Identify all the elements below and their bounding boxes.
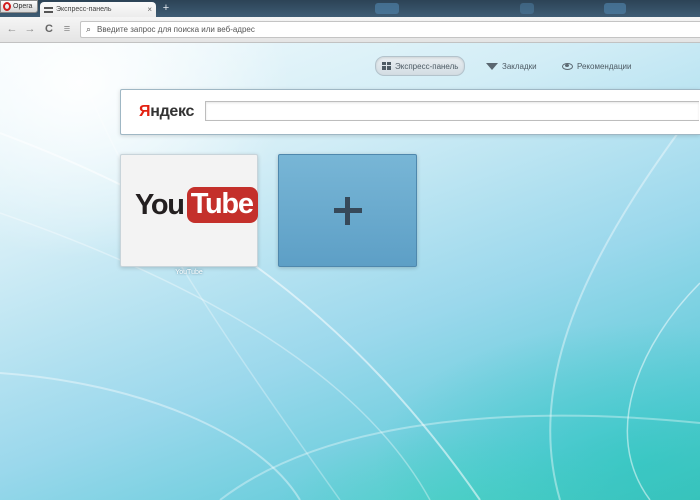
youtube-logo: You Tube (135, 187, 258, 223)
address-placeholder: Введите запрос для поиска или веб-адрес (97, 25, 255, 34)
tab-speed-dial[interactable]: Экспресс-панель × (40, 2, 156, 17)
taskbar-icon (520, 3, 534, 14)
tab-title: Экспресс-панель (56, 6, 112, 13)
menu-speed-dial[interactable]: Экспресс-панель (375, 56, 466, 76)
bookmark-icon (486, 62, 498, 70)
speed-dial-icon (382, 62, 391, 70)
tab-strip: Opera Экспресс-панель × + (0, 0, 700, 17)
opera-menu-label: Opera (13, 3, 33, 10)
menu-bookmarks[interactable]: Закладки (486, 56, 537, 76)
yandex-search-input[interactable] (205, 101, 699, 121)
back-button[interactable]: ← (6, 23, 18, 35)
menu-recommendations-label: Рекомендации (577, 61, 632, 71)
tile-caption-youtube: YouTube (175, 269, 203, 276)
menu-recommendations[interactable]: Рекомендации (562, 56, 631, 76)
yandex-search-panel: Яндекс (120, 89, 700, 135)
browser-window: Opera Экспресс-панель × + ← → C ≡ ⌕ Введ… (0, 0, 700, 500)
menu-speed-dial-label: Экспресс-панель (395, 61, 459, 71)
speed-dial-tab-icon (44, 6, 53, 13)
opera-logo-icon (3, 2, 11, 11)
reload-button[interactable]: C (43, 23, 55, 35)
speed-dial-button[interactable]: ≡ (61, 23, 73, 35)
address-field[interactable]: ⌕ Введите запрос для поиска или веб-адре… (80, 21, 700, 38)
search-icon: ⌕ (86, 24, 92, 34)
eye-icon (562, 62, 573, 70)
add-speed-dial-button[interactable] (278, 154, 417, 267)
menu-bookmarks-label: Закладки (502, 61, 537, 71)
new-tab-button[interactable]: + (160, 1, 172, 15)
forward-button[interactable]: → (24, 23, 36, 35)
address-toolbar: ← → C ≡ ⌕ Введите запрос для поиска или … (0, 17, 700, 43)
speed-dial-page: Экспресс-панель Закладки Рекомендации Ян… (0, 43, 700, 500)
yandex-logo: Яндекс (139, 103, 195, 120)
opera-menu-button[interactable]: Opera (0, 0, 38, 13)
taskbar-icon (604, 3, 626, 14)
taskbar-icon (375, 3, 399, 14)
plus-icon (334, 197, 362, 225)
close-tab-icon[interactable]: × (147, 5, 152, 14)
speed-dial-tile-youtube[interactable]: You Tube (120, 154, 258, 267)
